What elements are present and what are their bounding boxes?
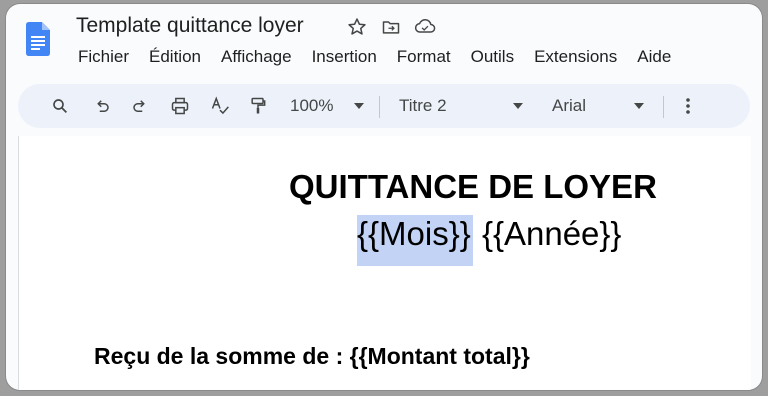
star-icon[interactable] [346, 16, 368, 38]
toolbar-separator [663, 96, 664, 118]
redo-icon[interactable] [128, 94, 152, 118]
toolbar-separator [379, 96, 380, 118]
toolbar: 100% Titre 2 Arial [18, 84, 750, 128]
paragraph-style-select[interactable]: Titre 2 [399, 96, 447, 116]
paint-format-icon[interactable] [246, 94, 270, 118]
undo-icon[interactable] [90, 94, 114, 118]
menu-bar: Fichier Édition Affichage Insertion Form… [78, 47, 671, 67]
app-window: Template quittance loyer Fichier Édition… [6, 4, 762, 390]
style-caret-icon[interactable] [513, 103, 523, 109]
document-subheading[interactable]: {{Mois}} {{Année}} [357, 215, 622, 266]
font-caret-icon[interactable] [634, 103, 644, 109]
menu-affichage[interactable]: Affichage [221, 47, 292, 67]
google-docs-logo[interactable] [26, 22, 50, 56]
year-placeholder[interactable]: {{Année}} [482, 215, 622, 252]
search-icon[interactable] [48, 94, 72, 118]
title-actions [346, 16, 436, 38]
document-page[interactable]: QUITTANCE DE LOYER {{Mois}} {{Année}} Re… [18, 136, 751, 390]
zoom-caret-icon[interactable] [354, 103, 364, 109]
menu-aide[interactable]: Aide [637, 47, 671, 67]
menu-extensions[interactable]: Extensions [534, 47, 617, 67]
amount-line[interactable]: Reçu de la somme de : {{Montant total}} [94, 343, 530, 370]
document-heading[interactable]: QUITTANCE DE LOYER [289, 168, 657, 206]
cloud-saved-icon[interactable] [414, 16, 436, 38]
move-folder-icon[interactable] [380, 16, 402, 38]
menu-insertion[interactable]: Insertion [312, 47, 377, 67]
document-title[interactable]: Template quittance loyer [76, 14, 304, 38]
menu-format[interactable]: Format [397, 47, 451, 67]
menu-fichier[interactable]: Fichier [78, 47, 129, 67]
zoom-select[interactable]: 100% [290, 96, 333, 116]
spellcheck-icon[interactable] [208, 94, 232, 118]
menu-outils[interactable]: Outils [471, 47, 514, 67]
print-icon[interactable] [168, 94, 192, 118]
font-select[interactable]: Arial [552, 96, 586, 116]
menu-edition[interactable]: Édition [149, 47, 201, 67]
selected-month-placeholder[interactable]: {{Mois}} [357, 215, 473, 266]
more-options-icon[interactable] [676, 94, 700, 118]
